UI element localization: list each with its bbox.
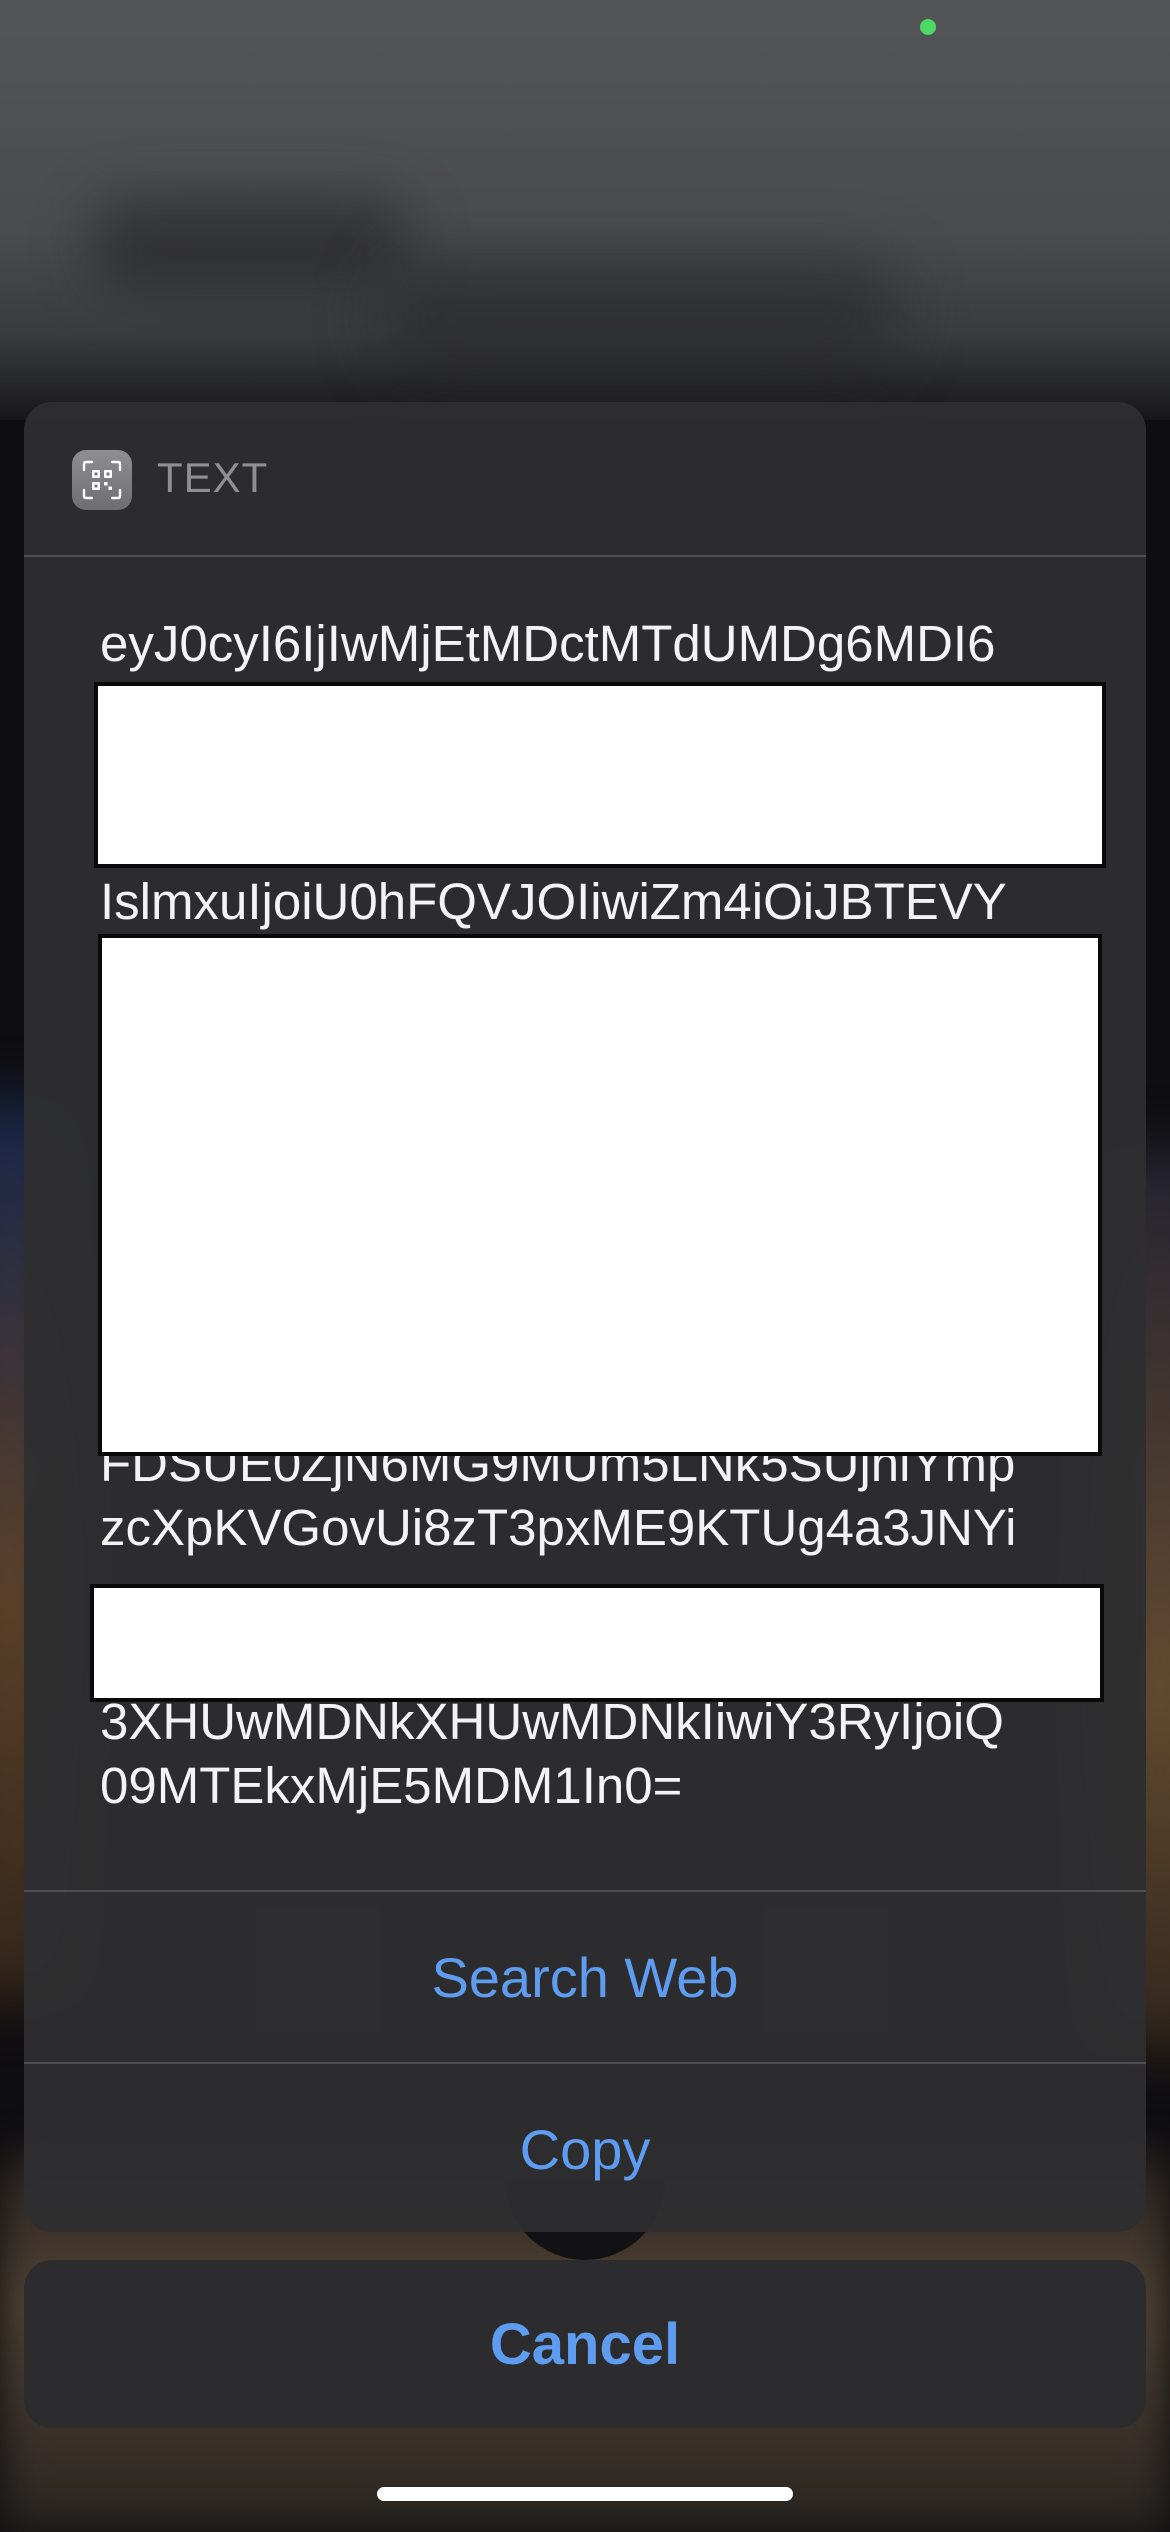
redaction-box bbox=[98, 934, 1102, 1456]
redaction-box bbox=[90, 1584, 1104, 1702]
scanned-text-line: eyJ0cyI6IjIwMjEtMDctMTdUMDg6MDI6 bbox=[100, 615, 996, 672]
search-web-button[interactable]: Search Web bbox=[24, 1892, 1146, 2062]
scanned-text-line: 09MTEkxMjE5MDM1In0= bbox=[100, 1757, 683, 1814]
qr-code-scanner-icon bbox=[72, 450, 132, 510]
copy-button[interactable]: Copy bbox=[24, 2064, 1146, 2232]
action-sheet: TEXT eyJ0cyI6IjIwMjEtMDctMTdUMDg6MDI6 Is… bbox=[24, 402, 1146, 2232]
home-indicator[interactable] bbox=[377, 2487, 793, 2501]
scanned-text-line: IslmxuIjoiU0hFQVJOIiwiZm4iOiJBTEVY bbox=[100, 873, 1007, 930]
background-blur-shape bbox=[90, 200, 410, 290]
redaction-box bbox=[94, 682, 1106, 868]
sheet-title: TEXT bbox=[157, 454, 269, 501]
cancel-label: Cancel bbox=[489, 2311, 681, 2377]
cancel-button[interactable]: Cancel bbox=[24, 2260, 1146, 2428]
background-blur-shape bbox=[380, 260, 900, 370]
sheet-header: TEXT bbox=[24, 402, 1146, 557]
camera-in-use-indicator bbox=[920, 19, 936, 35]
scanned-text-line: zcXpKVGovUi8zT3pxME9KTUg4a3JNYi bbox=[100, 1499, 1017, 1556]
